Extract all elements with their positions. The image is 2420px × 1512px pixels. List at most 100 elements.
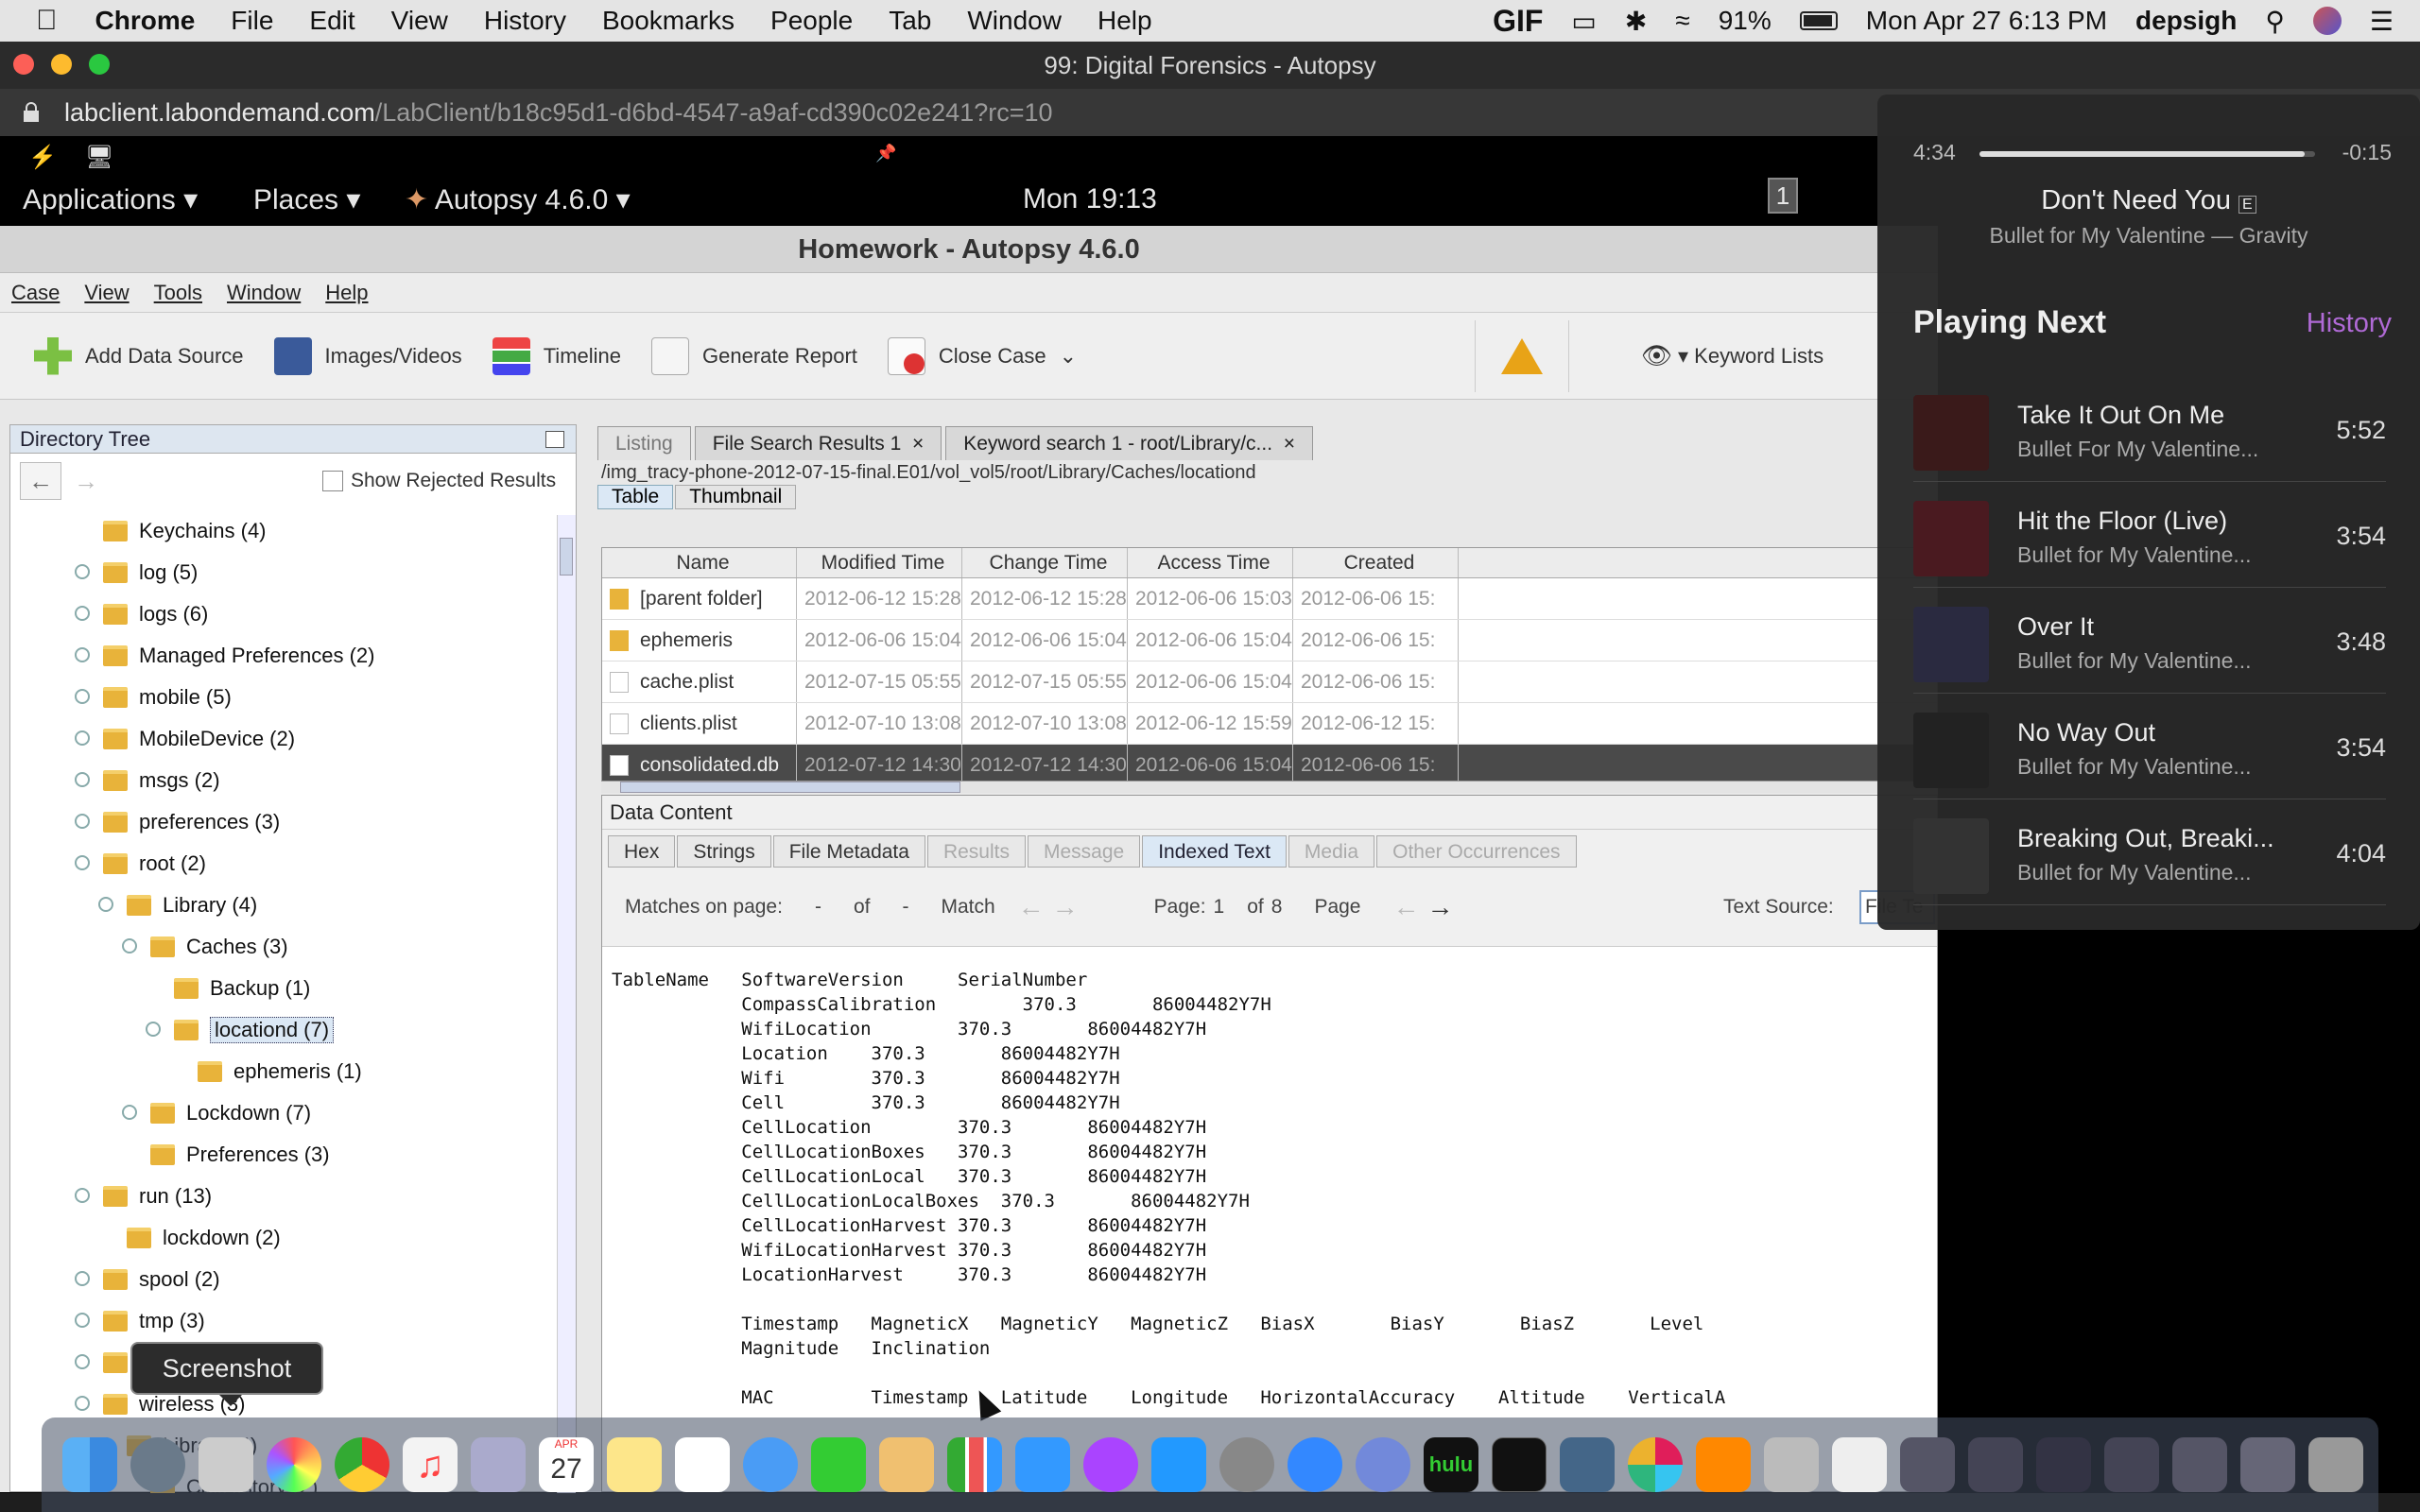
terminal-icon[interactable] (1492, 1437, 1547, 1492)
expand-toggle-icon[interactable] (75, 564, 90, 579)
tab-strings[interactable]: Strings (677, 835, 771, 868)
display-icon[interactable]: 🖥 (85, 144, 113, 171)
show-rejected-checkbox[interactable]: Show Rejected Results (322, 470, 556, 492)
menubar-user[interactable]: depsigh (2135, 6, 2237, 36)
menu-file[interactable]: File (231, 6, 273, 36)
launchpad-icon[interactable] (130, 1437, 185, 1492)
tree-scrollbar[interactable] (557, 515, 576, 1493)
menu-app-name[interactable]: Chrome (95, 6, 196, 36)
tree-node[interactable]: Backup (1) (174, 972, 310, 1005)
facetime-icon[interactable] (811, 1437, 866, 1492)
workspace-switcher[interactable]: 1 (1768, 178, 1798, 214)
virtualbox-icon[interactable] (1560, 1437, 1615, 1492)
menubar-clock[interactable]: Mon Apr 27 6:13 PM (1866, 6, 2107, 36)
minimized-window-4[interactable] (2104, 1437, 2159, 1492)
menu-case[interactable]: Case (11, 281, 60, 305)
tree-node[interactable]: Caches (3) (122, 931, 288, 963)
col-modified[interactable]: Modified Time (797, 548, 962, 577)
tree-node[interactable]: preferences (3) (75, 806, 280, 838)
battery-icon[interactable] (1799, 11, 1838, 30)
calendar-icon[interactable]: APR 27 (539, 1437, 594, 1492)
expand-toggle-icon[interactable] (122, 938, 137, 954)
back-arrow-icon[interactable]: ← (20, 462, 61, 500)
document-icon[interactable] (1832, 1437, 1887, 1492)
tree-node[interactable]: ephemeris (1) (198, 1056, 362, 1088)
expand-toggle-icon[interactable] (75, 730, 90, 746)
next-match-icon[interactable]: → (1052, 892, 1079, 922)
gnome-applications-menu[interactable]: Applications ▾ (23, 183, 198, 216)
messenger-icon[interactable] (1288, 1437, 1342, 1492)
tab-indexed-text[interactable]: Indexed Text (1142, 835, 1287, 868)
tree-node[interactable]: MobileDevice (2) (75, 723, 295, 755)
tree-node[interactable]: Preferences (3) (150, 1139, 330, 1171)
expand-toggle-icon[interactable] (98, 897, 113, 912)
prev-page-icon[interactable]: ← (1392, 892, 1419, 922)
menu-view[interactable]: View (391, 6, 448, 36)
menu-view[interactable]: View (84, 281, 129, 305)
tree-node[interactable]: spool (2) (75, 1263, 220, 1296)
tab-file-metadata[interactable]: File Metadata (772, 835, 925, 868)
next-page-icon[interactable]: → (1426, 892, 1453, 922)
tree-node[interactable]: root (2) (75, 848, 206, 880)
close-tab-icon[interactable]: × (912, 433, 924, 455)
podcasts-icon[interactable] (1083, 1437, 1138, 1492)
expand-toggle-icon[interactable] (75, 1271, 90, 1286)
gnome-clock[interactable]: Mon 19:13 (1023, 183, 1157, 215)
music-icon[interactable]: ♫ (403, 1437, 458, 1492)
siri-icon[interactable] (2312, 7, 2342, 35)
table-row[interactable]: consolidated.db2012-07-12 14:30:47 EDT20… (602, 745, 1937, 781)
close-tab-icon[interactable]: × (1284, 433, 1295, 455)
minimized-window-5[interactable] (2172, 1437, 2227, 1492)
preview-icon[interactable] (471, 1437, 526, 1492)
queue-item[interactable]: Hit the Floor (Live) Bullet for My Valent… (1913, 484, 2386, 588)
tree-node[interactable]: Managed Preferences (2) (75, 640, 374, 672)
subtab-table[interactable]: Table (597, 485, 674, 509)
menu-history[interactable]: History (484, 6, 566, 36)
tree-node[interactable]: run (13) (75, 1180, 212, 1212)
trash-icon[interactable] (2308, 1437, 2363, 1492)
queue-item[interactable]: Breaking Out, Breaki... Bullet for My Val… (1913, 801, 2386, 905)
generate-report-button[interactable]: Generate Report (651, 336, 857, 375)
spotlight-search-icon[interactable]: ⚲ (2265, 6, 2285, 37)
tree-node[interactable]: log (5) (75, 557, 198, 589)
menu-tab[interactable]: Tab (889, 6, 931, 36)
minimize-panel-icon[interactable] (545, 431, 564, 448)
lightning-icon[interactable]: ⚡ (28, 144, 57, 171)
finder-icon[interactable] (62, 1437, 117, 1492)
col-access[interactable]: Access Time (1128, 548, 1293, 577)
minimized-window-6[interactable] (2240, 1437, 2295, 1492)
keynote-icon[interactable] (1015, 1437, 1070, 1492)
expand-toggle-icon[interactable] (146, 1022, 161, 1037)
messages-icon[interactable] (743, 1437, 798, 1492)
expand-toggle-icon[interactable] (75, 647, 90, 662)
expand-toggle-icon[interactable] (75, 689, 90, 704)
table-row[interactable]: clients.plist2012-07-10 13:08:00 EDT2012… (602, 703, 1937, 745)
history-link[interactable]: History (2307, 308, 2392, 339)
slack-icon[interactable] (1628, 1437, 1683, 1492)
tab-listing[interactable]: Listing (597, 426, 691, 460)
tree-node[interactable]: msgs (2) (75, 765, 220, 797)
minimized-window-1[interactable] (1900, 1437, 1955, 1492)
wifi-icon[interactable]: ≈ (1675, 6, 1689, 36)
tab-keyword-search[interactable]: Keyword search 1 - root/Library/c... × (945, 426, 1313, 460)
menu-people[interactable]: People (770, 6, 853, 36)
menu-bookmarks[interactable]: Bookmarks (602, 6, 735, 36)
tree-node[interactable]: Keychains (4) (103, 515, 267, 547)
tab-file-search-results[interactable]: File Search Results 1 × (694, 426, 942, 460)
tree-node[interactable]: Lockdown (7) (122, 1097, 311, 1129)
tab-results[interactable]: Results (926, 835, 1026, 868)
gnome-app-menu[interactable]: ✦ Autopsy 4.6.0 ▾ (405, 183, 631, 216)
tree-node[interactable]: lockdown (2) (127, 1222, 281, 1254)
app-store-icon[interactable] (1151, 1437, 1206, 1492)
expand-toggle-icon[interactable] (75, 1396, 90, 1411)
numbers-icon[interactable] (947, 1437, 1002, 1492)
discord-icon[interactable] (1356, 1437, 1410, 1492)
warning-icon[interactable] (1475, 320, 1569, 392)
system-preferences-icon[interactable] (1219, 1437, 1274, 1492)
expand-toggle-icon[interactable] (75, 1188, 90, 1203)
keyword-lists-button[interactable]: 👁 ▾ Keyword Lists (1641, 341, 1824, 370)
menu-tools[interactable]: Tools (154, 281, 202, 305)
books-icon[interactable] (1696, 1437, 1751, 1492)
prev-match-icon[interactable]: ← (1018, 892, 1045, 922)
col-name[interactable]: Name (602, 548, 797, 577)
